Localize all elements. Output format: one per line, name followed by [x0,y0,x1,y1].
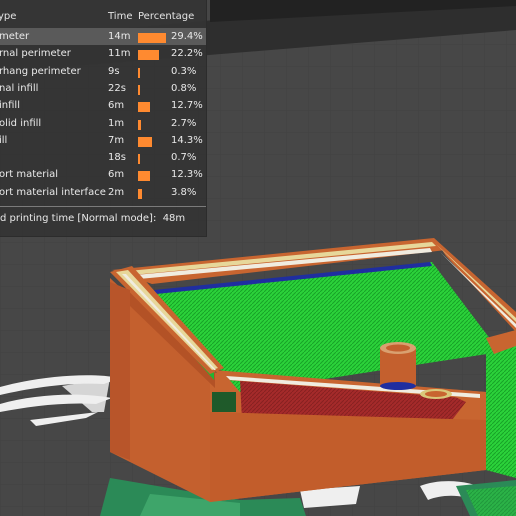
time-column-header: Time [108,11,133,22]
statistics-header: ype Time Percentage [0,8,206,25]
percentage-bar [138,50,160,61]
feature-percentage: 0.7% [171,152,197,164]
percentage-bar [138,67,140,78]
feature-type-label: nal infill [0,82,39,94]
feature-percentage: 12.7% [171,100,203,112]
feature-time: 22s [108,82,126,94]
feature-type-label: ort material [0,169,59,181]
feature-row: infill 6m 12.7% [0,97,206,114]
feature-type-label: ort material interface [0,186,106,198]
feature-time: 14m [108,31,131,42]
type-column-header: ype [0,11,17,22]
feature-time: 9s [108,65,120,77]
feature-percentage: 3.8% [171,186,197,198]
percentage-bar [138,154,140,165]
feature-percentage: 0.3% [171,65,197,77]
feature-time: 11m [108,48,131,60]
feature-type-label: infill [0,100,20,112]
feature-type-label: olid infill [0,117,42,129]
percentage-bar [138,188,142,199]
feature-row: 18s 0.7% [0,149,206,166]
percentage-bar [138,119,141,130]
feature-type-label: ill [0,134,8,146]
feature-percentage: 22.2% [171,48,203,60]
feature-percentage: 14.3% [171,134,203,146]
feature-row: olid infill 1m 2.7% [0,115,206,132]
feature-type-label: rnal perimeter [0,48,71,60]
percentage-column-header: Percentage [138,11,195,22]
feature-row: rnal perimeter 11m 22.2% [0,45,206,62]
feature-time: 6m [108,100,125,112]
percentage-bar [138,33,166,43]
feature-row: ort material 6m 12.3% [0,166,206,183]
feature-percentage: 12.3% [171,169,203,181]
total-separator [0,206,206,207]
total-print-time-value: 48m [162,213,186,224]
percentage-bar [138,84,140,95]
feature-row: meter 14m 29.4% [0,28,206,45]
feature-row: ort material interface 2m 3.8% [0,184,206,201]
feature-type-label: rhang perimeter [0,65,81,77]
feature-time: 1m [108,117,125,129]
total-print-time: d printing time [Normal mode]: 48m [0,213,185,224]
feature-percentage: 2.7% [171,117,197,129]
feature-percentage: 29.4% [171,31,203,42]
feature-time: 18s [108,152,126,164]
feature-time: 2m [108,186,125,198]
feature-time: 6m [108,169,125,181]
percentage-bar [138,102,151,113]
print-time-statistics-panel: ype Time Percentage meter 14m 29.4% rnal pe… [0,0,207,237]
percentage-bar [138,136,152,147]
feature-row: ill 7m 14.3% [0,132,206,149]
feature-row: rhang perimeter 9s 0.3% [0,63,206,80]
feature-percentage: 0.8% [171,82,197,94]
feature-row: nal infill 22s 0.8% [0,80,206,97]
feature-type-label: meter [0,31,30,42]
percentage-bar [138,171,150,182]
feature-time: 7m [108,134,125,146]
total-print-time-label: d printing time [Normal mode]: [0,213,157,224]
